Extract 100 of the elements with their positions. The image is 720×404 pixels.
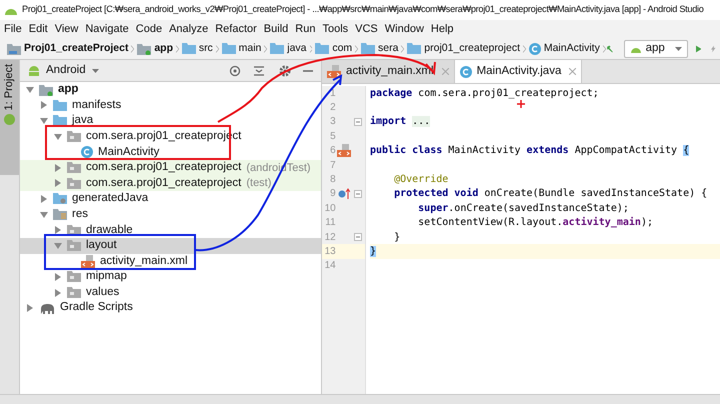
chevron-icon — [131, 42, 134, 54]
breadcrumb-label: com — [332, 40, 352, 56]
override-marker-icon[interactable] — [338, 188, 350, 200]
code-line: } — [393, 230, 400, 245]
tab-label: MainActivity.java — [476, 64, 562, 79]
tree-item[interactable]: layout — [20, 238, 321, 254]
collapsed-triangle-icon[interactable] — [54, 226, 62, 234]
breadcrumb-item[interactable]: main — [218, 40, 264, 56]
folder-icon — [182, 43, 196, 54]
code-line: super.onCreate(savedInstanceState); — [417, 202, 629, 216]
breadcrumb-item[interactable]: app — [134, 40, 176, 56]
tree-item-label: activity_main.xml — [100, 254, 188, 269]
menu-item[interactable]: Help — [430, 20, 454, 38]
menu-item[interactable]: Tools — [322, 20, 348, 38]
line-number: 10 — [324, 202, 336, 216]
tree-item[interactable]: mipmap — [20, 269, 321, 285]
tree-item[interactable]: values — [20, 284, 321, 300]
tree-item[interactable]: generatedJava — [20, 191, 321, 207]
package-folder-icon — [67, 287, 81, 298]
menu-item[interactable]: Analyze — [169, 20, 208, 38]
tree-item-label: java — [72, 113, 94, 128]
layout-file-icon — [81, 254, 95, 268]
tree-item[interactable]: res — [20, 206, 321, 222]
tree-item[interactable]: java — [20, 113, 321, 129]
breadcrumb-label: proj01_createproject — [424, 40, 520, 56]
locate-icon[interactable] — [229, 64, 241, 76]
chevron-icon — [602, 42, 606, 54]
package-folder-icon — [67, 271, 81, 282]
run-config-dropdown[interactable]: app — [624, 40, 688, 58]
expanded-triangle-icon[interactable] — [26, 86, 34, 94]
chevron-icon — [216, 42, 219, 54]
menu-item[interactable]: Window — [384, 20, 424, 38]
code-line: import ... — [370, 114, 430, 130]
menu-item[interactable]: Refactor — [215, 20, 257, 38]
line-number: 11 — [324, 216, 336, 230]
fold-marker-icon[interactable] — [354, 118, 362, 126]
class-icon — [81, 146, 93, 158]
tree-item-label: drawable — [86, 222, 133, 238]
menu-item[interactable]: Build — [264, 20, 288, 38]
breadcrumb-item[interactable]: sera — [358, 40, 402, 56]
generated-folder-icon — [53, 193, 67, 204]
breadcrumb-item[interactable]: proj01_createproject — [404, 40, 523, 56]
tree-item[interactable]: activity_main.xml — [20, 254, 321, 270]
expanded-triangle-icon[interactable] — [54, 242, 62, 250]
tree-item[interactable]: app — [20, 82, 321, 98]
layout-file-icon — [336, 144, 350, 158]
menu-item[interactable]: Edit — [28, 20, 48, 38]
menu-item[interactable]: Navigate — [85, 20, 129, 38]
tree-item-label: Gradle Scripts — [60, 300, 133, 316]
breadcrumb-item[interactable]: java — [267, 40, 310, 56]
breadcrumb-item[interactable]: src — [178, 40, 216, 56]
tree-item-label: app — [58, 82, 78, 98]
line-number: 5 — [329, 130, 336, 144]
fold-marker-icon[interactable] — [354, 190, 362, 198]
project-side-tab[interactable]: 1: Project — [0, 60, 19, 175]
tree-item[interactable]: MainActivity — [20, 144, 321, 160]
tree-item-label: mipmap — [86, 269, 127, 284]
tab-label: activity_main.xml — [346, 64, 434, 79]
tree-item[interactable]: Gradle Scripts — [20, 300, 321, 316]
breadcrumb-item[interactable]: com — [312, 40, 356, 56]
view-selector[interactable]: Android — [46, 62, 86, 80]
elephant-icon — [39, 302, 55, 314]
editor-tab[interactable]: activity_main.xml — [322, 60, 455, 83]
code-line: @Override — [393, 173, 448, 188]
tree-item[interactable]: com.sera.proj01_createproject (test) — [20, 176, 321, 192]
line-number: 7 — [329, 158, 336, 173]
caret-icon — [674, 46, 682, 50]
menu-item[interactable]: Run — [295, 20, 316, 38]
lightning-icon[interactable] — [711, 42, 716, 54]
tree-item[interactable]: manifests — [20, 98, 321, 114]
menu-item[interactable]: File — [4, 20, 22, 38]
menu-item[interactable]: Code — [136, 20, 162, 38]
close-icon[interactable] — [569, 68, 576, 75]
package-folder-icon — [67, 178, 81, 189]
settings-icon[interactable] — [279, 64, 291, 76]
tree-item[interactable]: drawable — [20, 222, 321, 238]
breadcrumb-item[interactable]: Proj01_createProject — [4, 40, 132, 56]
line-number: 9 — [329, 187, 336, 202]
collapse-icon[interactable] — [253, 64, 265, 76]
breadcrumb-item[interactable]: MainActivity — [526, 40, 603, 56]
project-folder-icon — [7, 42, 21, 54]
fold-marker-icon[interactable] — [354, 233, 362, 242]
chevron-icon — [401, 42, 404, 54]
menu-item[interactable]: View — [54, 20, 78, 38]
chevron-icon — [264, 42, 268, 54]
class-icon — [460, 66, 472, 78]
line-number: 2 — [329, 101, 336, 116]
folder-icon — [53, 115, 67, 126]
breadcrumb-label: sera — [378, 40, 398, 56]
folder-icon — [53, 209, 67, 220]
editor-tab[interactable]: MainActivity.java — [454, 60, 582, 83]
tree-item-label: com.sera.proj01_createproject — [86, 176, 242, 191]
tree-item-suffix: (test) — [246, 176, 272, 192]
module-folder-icon — [137, 42, 152, 54]
chevron-icon — [176, 42, 179, 54]
chevron-icon — [523, 42, 526, 54]
code-line: public class MainActivity extends AppCompatActivity { — [370, 144, 690, 158]
menu-item[interactable]: VCS — [355, 20, 378, 38]
expanded-triangle-icon[interactable] — [40, 210, 48, 219]
tree-item-label: MainActivity — [98, 144, 160, 160]
